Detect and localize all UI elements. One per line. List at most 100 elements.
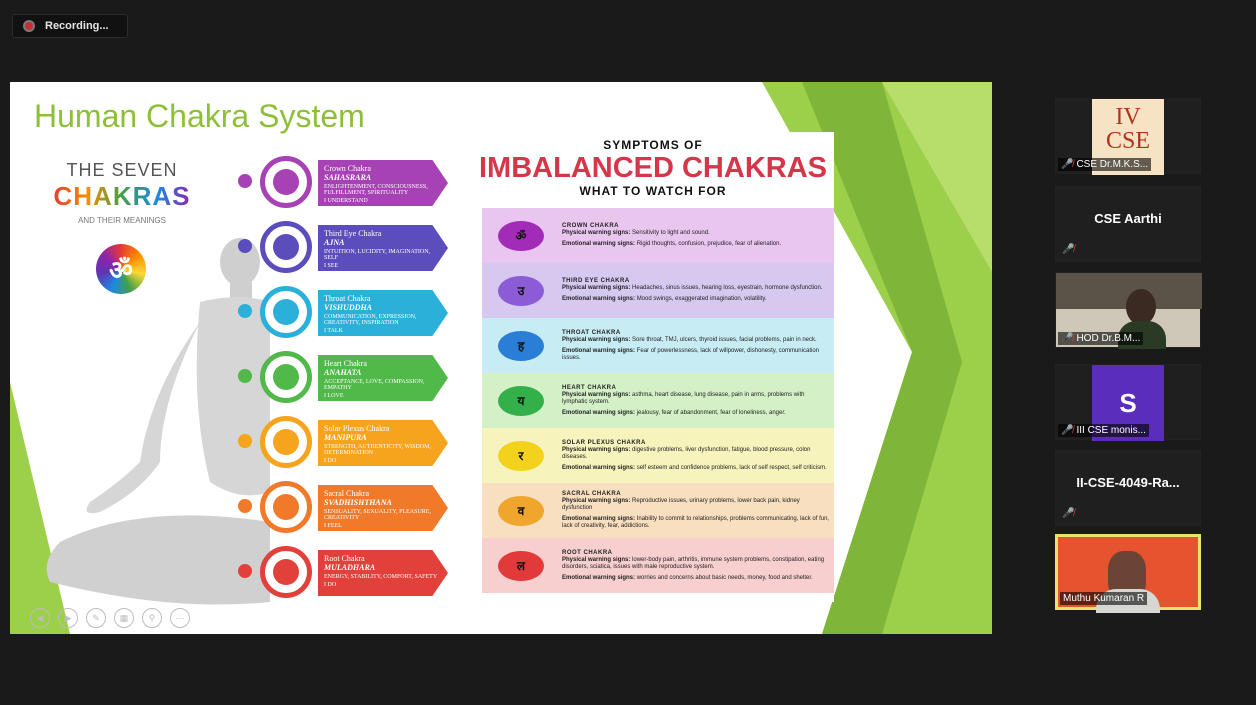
symptoms-panel: SYMPTOMS OF IMBALANCED CHAKRAS WHAT TO W… [472,132,834,602]
more-icon[interactable]: ⋯ [170,608,190,628]
chakra-meaning: STRENGTH, AUTHENTICITY, WISDOM, DETERMIN… [324,444,431,456]
chakra-name: Throat Chakra [324,294,371,303]
participant-name: HOD Dr.B.M... [1076,333,1141,344]
physical-label: Physical warning signs: [562,336,631,343]
symptom-icon-wrap: र [486,440,556,471]
chakra-symbol-inner [273,299,299,325]
symptom-text: SACRAL CHAKRA Physical warning signs: Rep… [556,491,830,530]
chakra-banner: Crown Chakra SAHASRARA ENLIGHTENMENT, CONS… [318,160,448,206]
chakra-symbol-icon [260,286,312,338]
chakra-dot [238,564,252,578]
slides-icon[interactable]: ▦ [114,608,134,628]
symptom-icon-wrap: उ [486,275,556,306]
chakra-banner: Third Eye Chakra AJNA INTUITION, LUCIDITY,… [318,225,448,271]
chakra-glyph-icon: ह [498,330,544,361]
symptom-icon-wrap: व [486,495,556,526]
chakra-row: Sacral Chakra SVADHISHTHANA SENSUALITY, SE… [238,479,448,533]
chakra-symbol-icon [260,156,312,208]
symptom-icon-wrap: य [486,385,556,416]
participant-tile[interactable]: 🎤̸ HOD Dr.B.M... [1055,272,1202,349]
chakra-glyph-icon: उ [498,275,544,306]
physical-label: Physical warning signs: [562,556,631,563]
chakra-banner: Sacral Chakra SVADHISHTHANA SENSUALITY, SE… [318,485,448,531]
chakra-row: Throat Chakra VISHUDDHA COMMUNICATION, EXP… [238,284,448,338]
physical-label: Physical warning signs: [562,230,631,236]
symptom-text: HEART CHAKRA Physical warning signs: asth… [556,385,830,417]
emotional-label: Emotional warning signs: [562,574,636,581]
chakra-sanskrit: SAHASRARA [324,173,372,182]
participant-name: III CSE monis... [1076,425,1146,436]
symptom-icon-wrap: ॐ [486,220,556,251]
chakra-symbol-inner [273,234,299,260]
chakra-meaning: COMMUNICATION, EXPRESSION, CREATIVITY, I… [324,314,417,326]
meeting-window: Recording... Human Chakra System THE SEV… [0,0,1256,705]
chakra-dot [238,369,252,383]
emotional-signs: Emotional warning signs: self esteem and… [562,465,830,472]
slideshow-controls: ◀ ▶ ✎ ▦ ⚲ ⋯ [30,608,190,628]
chakra-symbol-icon [260,546,312,598]
physical-text: Sensitivity to light and sound. [632,230,710,236]
chakra-mantra: I FEEL [324,523,342,529]
mic-muted-icon: 🎤̸ [1062,244,1075,255]
chakra-row: Third Eye Chakra AJNA INTUITION, LUCIDITY,… [238,219,448,273]
slide-title: Human Chakra System [34,98,365,134]
mic-muted-icon: 🎤̸ [1061,333,1074,344]
prev-slide-icon[interactable]: ◀ [30,608,50,628]
chakra-sanskrit: AJNA [324,238,345,247]
emotional-text: Rigid thoughts, confusion, prejudice, fe… [636,241,782,247]
participant-tile[interactable]: Muthu Kumaran R [1055,534,1201,613]
pen-icon[interactable]: ✎ [86,608,106,628]
next-slide-icon[interactable]: ▶ [58,608,78,628]
emotional-signs: Emotional warning signs: Rigid thoughts,… [562,241,830,248]
emotional-text: Mood swings, exaggerated imagination, vo… [636,296,767,302]
participant-tile[interactable]: S 🎤̸ III CSE monis... [1055,364,1201,441]
symptom-title: CROWN CHAKRA [562,223,619,229]
physical-signs: Physical warning signs: Headaches, sinus… [562,285,830,292]
participant-tile[interactable]: CSE Aarthi 🎤̸ [1055,186,1201,262]
chakra-meaning: SENSUALITY, SEXUALITY, PLEASURE, CREATIV… [324,509,431,521]
chakra-sanskrit: VISHUDDHA [324,303,373,312]
symptom-icon-wrap: ह [486,330,556,361]
chakra-dot [238,304,252,318]
recording-indicator[interactable]: Recording... [12,14,128,38]
emotional-label: Emotional warning signs: [562,296,636,302]
symptom-row: ह THROAT CHAKRA Physical warning signs: So… [482,318,834,373]
participant-tile[interactable]: IV CSE 🎤̸ CSE Dr.M.K.S... [1055,98,1201,175]
zoom-icon[interactable]: ⚲ [142,608,162,628]
chakra-dot [238,434,252,448]
chakra-mantra: I SEE [324,263,339,269]
emotional-signs: Emotional warning signs: jealousy, fear … [562,410,830,417]
chakra-name: Crown Chakra [324,164,371,173]
physical-signs: Physical warning signs: Sensitivity to l… [562,230,830,237]
chakra-glyph-icon: ल [498,550,544,581]
chakra-mantra: I TALK [324,328,343,334]
chakra-meaning: INTUITION, LUCIDITY, IMAGINATION, SELF [324,249,431,261]
physical-label: Physical warning signs: [562,391,631,398]
chakra-dot [238,239,252,253]
chakra-glyph-icon: व [498,495,544,526]
chakra-sanskrit: MULADHARA [324,563,376,572]
chakra-symbol-inner [273,494,299,520]
participant-name: CSE Dr.M.K.S... [1076,159,1149,170]
physical-signs: Physical warning signs: digestive proble… [562,447,830,461]
chakra-symbol-inner [273,559,299,585]
emotional-label: Emotional warning signs: [562,347,636,354]
symptom-row: उ THIRD EYE CHAKRA Physical warning signs:… [482,263,834,318]
emotional-label: Emotional warning signs: [562,409,636,416]
emotional-signs: Emotional warning signs: Inability to co… [562,516,830,530]
participant-tile[interactable]: II-CSE-4049-Ra... 🎤̸ [1055,450,1201,526]
emotional-label: Emotional warning signs: [562,464,636,471]
symptom-title: THIRD EYE CHAKRA [562,278,630,284]
emotional-text: self esteem and confidence problems, lac… [636,464,827,471]
chakra-dot [238,499,252,513]
symptom-row: ल ROOT CHAKRA Physical warning signs: lowe… [482,538,834,593]
participant-name-label: 🎤̸ III CSE monis... [1058,424,1149,437]
emotional-signs: Emotional warning signs: Fear of powerle… [562,348,830,362]
symptom-title: SOLAR PLEXUS CHAKRA [562,439,646,446]
chakra-symbol-icon [260,481,312,533]
chakra-symbol-icon [260,351,312,403]
meditation-silhouette [46,238,270,605]
symptom-text: SOLAR PLEXUS CHAKRA Physical warning sign… [556,440,830,472]
chakra-mantra: I LOVE [324,393,344,399]
symptom-text: CROWN CHAKRA Physical warning signs: Sens… [556,223,830,248]
